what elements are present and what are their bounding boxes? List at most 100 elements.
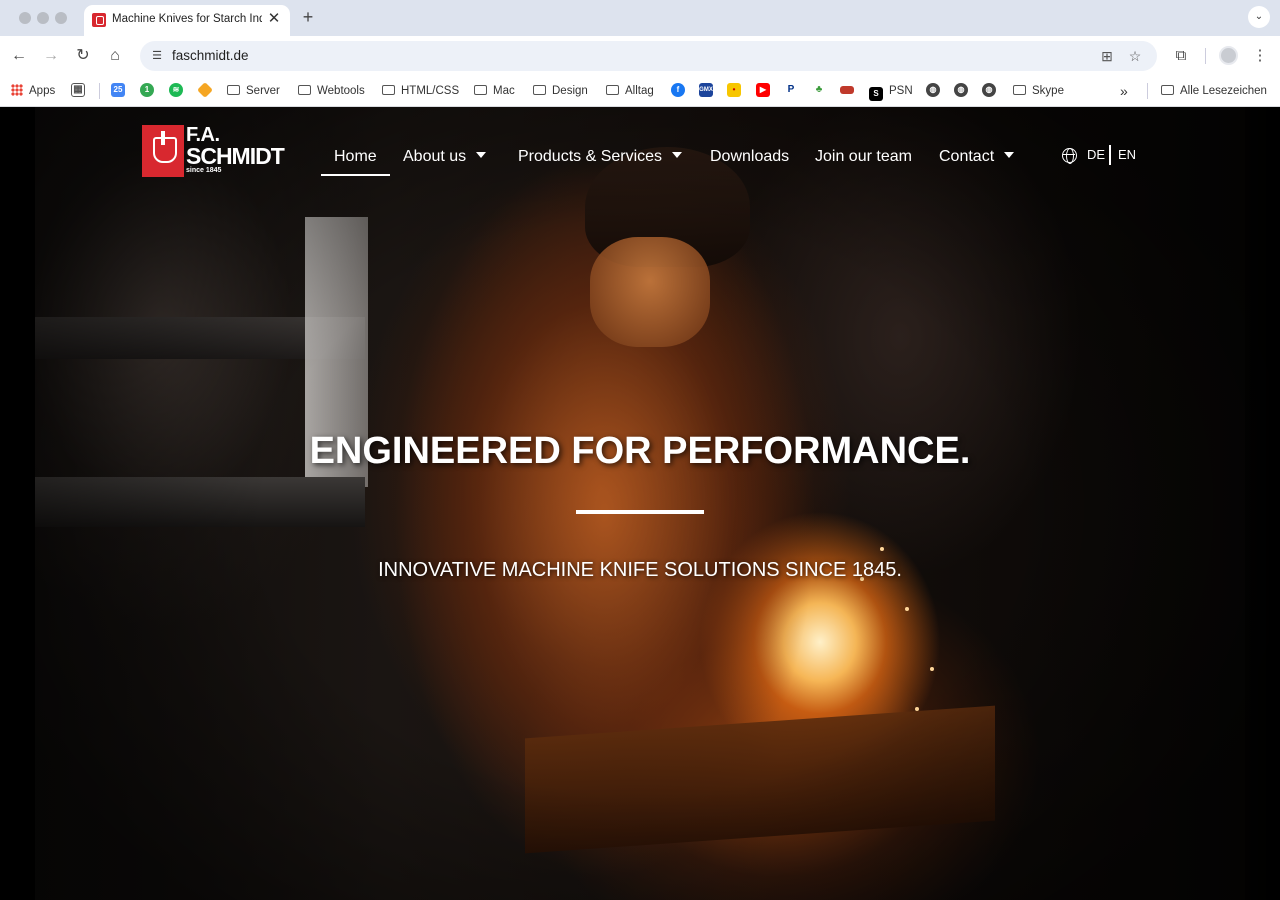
hero-section: F.A. SCHMIDT since 1845 Home About us Pr… (0, 107, 1280, 900)
site-settings-icon[interactable]: ☰ (149, 48, 165, 64)
nav-label: Join our team (815, 148, 912, 165)
folder-icon (474, 85, 487, 95)
bookmark-folder-server[interactable]: Server (227, 82, 280, 100)
minimize-window-button[interactable] (37, 12, 49, 24)
nav-home[interactable]: Home (334, 146, 377, 168)
back-arrow-icon[interactable]: ← (8, 45, 30, 67)
flag-icon[interactable] (840, 86, 854, 94)
lang-de-link[interactable]: DE (1087, 147, 1105, 163)
globe-bookmark-icon[interactable]: ◍ (954, 83, 968, 97)
bookmark-folder-webtools[interactable]: Webtools (298, 82, 365, 100)
logo-text-line1: F.A. (186, 124, 220, 146)
logo-emblem-icon (142, 125, 184, 177)
nav-label: About us (403, 148, 467, 165)
lang-en-link[interactable]: EN (1118, 147, 1136, 163)
tab-groups-icon[interactable]: ▦ (71, 83, 85, 97)
payback-icon[interactable]: • (727, 83, 741, 97)
nav-downloads[interactable]: Downloads (710, 146, 789, 168)
folder-icon (1161, 85, 1174, 95)
nav-about-us[interactable]: About us (403, 146, 487, 168)
nav-label: Home (334, 148, 377, 165)
nav-label: Downloads (710, 148, 790, 165)
paypal-icon[interactable]: P (784, 83, 798, 97)
apps-grid-icon (11, 84, 23, 96)
globe-bookmark-icon[interactable]: ◍ (982, 83, 996, 97)
folder-icon (533, 85, 546, 95)
all-bookmarks-folder[interactable]: Alle Lesezeichen (1161, 82, 1267, 100)
address-bar[interactable]: ☰ faschmidt.de ⊞ ☆ (140, 41, 1157, 71)
folder-icon (1013, 85, 1026, 95)
spotify-icon[interactable]: ≋ (169, 83, 183, 97)
bookmark-star-icon[interactable]: ☆ (1126, 47, 1144, 65)
folder-icon (606, 85, 619, 95)
forward-arrow-icon[interactable]: → (40, 45, 62, 67)
facebook-icon[interactable]: f (671, 83, 685, 97)
nav-label: Contact (939, 148, 995, 165)
folder-icon (382, 85, 395, 95)
hero-subtitle: INNOVATIVE MACHINE KNIFE SOLUTIONS SINCE… (378, 559, 902, 581)
browser-toolbar: ← → ↻ ⌂ ☰ faschmidt.de ⊞ ☆ ⧉ ⋮ (0, 36, 1280, 76)
globe-bookmark-icon[interactable]: ◍ (926, 83, 940, 97)
tab-close-icon[interactable]: ✕ (266, 11, 282, 27)
bookmark-label: Webtools (317, 85, 365, 97)
bookmark-label: Alltag (625, 85, 654, 97)
browser-window: Machine Knives for Starch Ind ✕ + ⌄ ← → … (0, 0, 1280, 900)
tab-bar: Machine Knives for Starch Ind ✕ + ⌄ (0, 0, 1280, 36)
bookmark-label: Mac (493, 85, 515, 97)
green-bookmark-icon[interactable]: 1 (140, 83, 154, 97)
hero-title: ENGINEERED FOR PERFORMANCE. (309, 430, 971, 472)
chevron-down-icon (476, 152, 487, 158)
hero-edge (1245, 107, 1280, 900)
logo-tagline: since 1845 (186, 167, 222, 174)
nav-join-our-team[interactable]: Join our team (815, 146, 912, 168)
bookmark-folder-htmlcss[interactable]: HTML/CSS (382, 82, 459, 100)
orange-diamond-icon[interactable] (197, 82, 213, 98)
nav-products-services[interactable]: Products & Services (518, 146, 683, 168)
close-window-button[interactable] (19, 12, 31, 24)
new-tab-button[interactable]: + (299, 8, 317, 26)
tab-title: Machine Knives for Starch Ind (112, 13, 262, 25)
bookmark-apps[interactable]: Apps (11, 82, 55, 100)
profile-avatar[interactable] (1219, 46, 1238, 65)
logo-text-line2: SCHMIDT (186, 143, 285, 169)
psn-icon: S (869, 87, 883, 101)
bookmark-psn[interactable]: S PSN (869, 82, 913, 101)
nav-label: Products & Services (518, 148, 663, 165)
bookmarks-divider (99, 83, 100, 99)
site-favicon-icon (92, 13, 106, 27)
zoom-window-button[interactable] (55, 12, 67, 24)
youtube-icon[interactable]: ▶ (756, 83, 770, 97)
gmx-icon[interactable]: GMX (699, 83, 713, 97)
bookmarks-divider (1147, 83, 1148, 99)
bookmark-label: HTML/CSS (401, 85, 460, 97)
active-tab[interactable]: Machine Knives for Starch Ind ✕ (84, 5, 290, 36)
calendar-bookmark-icon[interactable]: 25 (111, 83, 125, 97)
bookmark-apps-label: Apps (29, 85, 56, 97)
reload-icon[interactable]: ↻ (72, 45, 94, 67)
toolbar-divider (1205, 48, 1206, 64)
bookmark-label: Server (246, 85, 280, 97)
bookmark-folder-alltag[interactable]: Alltag (606, 82, 654, 100)
bookmarks-overflow-icon[interactable]: » (1120, 82, 1128, 100)
bookmark-folder-skype[interactable]: Skype (1013, 82, 1064, 100)
bookmark-folder-design[interactable]: Design (533, 82, 588, 100)
site-logo[interactable]: F.A. SCHMIDT since 1845 (142, 124, 285, 177)
tab-search-button[interactable]: ⌄ (1248, 6, 1270, 28)
plant-icon[interactable]: ♣ (812, 83, 826, 97)
home-icon[interactable]: ⌂ (104, 45, 126, 67)
bookmark-folder-mac[interactable]: Mac (474, 82, 515, 100)
folder-icon (298, 85, 311, 95)
extensions-icon[interactable]: ⧉ (1170, 45, 1192, 67)
translate-icon[interactable]: ⊞ (1098, 47, 1116, 65)
nav-contact[interactable]: Contact (939, 146, 1015, 168)
globe-icon (1062, 148, 1077, 164)
bookmark-label: PSN (889, 85, 913, 97)
bookmarks-bar: Apps ▦ 25 1 ≋ Server Webtools HTML/CSS M… (0, 76, 1280, 107)
url-text[interactable]: faschmidt.de (172, 48, 249, 63)
chevron-down-icon (672, 152, 683, 158)
bookmark-label: Design (552, 85, 588, 97)
chevron-down-icon (1004, 152, 1015, 158)
more-menu-icon[interactable]: ⋮ (1249, 45, 1271, 67)
hero-vignette (0, 107, 1280, 900)
nav-active-indicator (321, 174, 390, 176)
